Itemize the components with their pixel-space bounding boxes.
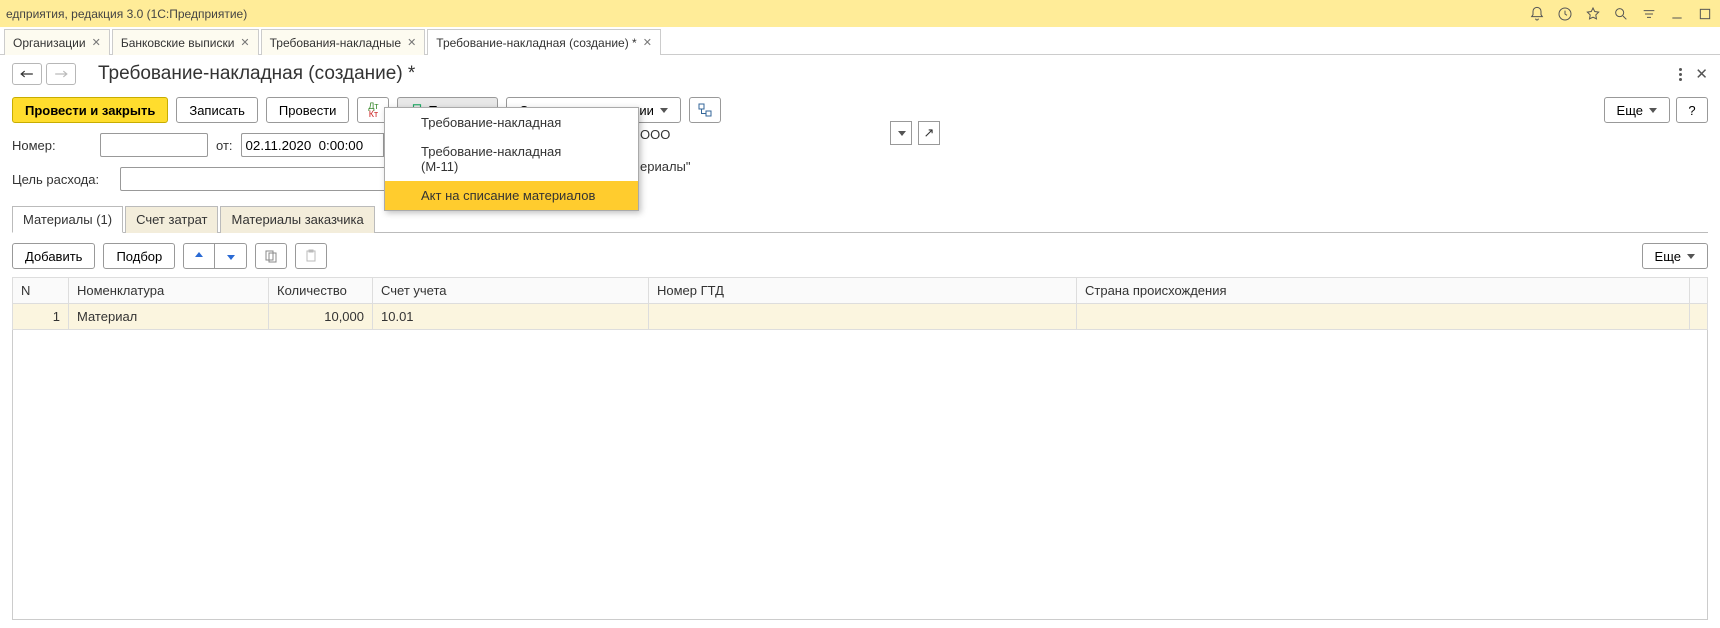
cell-origin[interactable]: [1077, 304, 1690, 330]
subtab-materials[interactable]: Материалы (1): [12, 206, 123, 233]
cell-n[interactable]: 1: [13, 304, 69, 330]
col-scroll: [1690, 278, 1708, 304]
structure-icon: [697, 102, 713, 118]
arrow-down-icon: [225, 250, 237, 262]
tab-bank-statements[interactable]: Банковские выписки ✕: [112, 29, 259, 55]
add-row-button[interactable]: Добавить: [12, 243, 95, 269]
number-label: Номер:: [12, 138, 92, 153]
close-icon[interactable]: ✕: [240, 36, 249, 49]
table-more-button[interactable]: Еще: [1642, 243, 1708, 269]
tab-label: Банковские выписки: [121, 36, 235, 50]
more-label: Еще: [1655, 249, 1681, 264]
copy-icon: [264, 249, 278, 263]
purpose-label: Цель расхода:: [12, 172, 112, 187]
date-input[interactable]: [241, 133, 383, 157]
search-icon[interactable]: [1612, 5, 1630, 23]
maximize-icon[interactable]: [1696, 5, 1714, 23]
chevron-down-icon: [660, 108, 668, 113]
save-button[interactable]: Записать: [176, 97, 258, 123]
print-dropdown-menu: Требование-накладная Требование-накладна…: [384, 107, 639, 211]
tab-requirement-create[interactable]: Требование-накладная (создание) * ✕: [427, 29, 661, 55]
chevron-down-icon: [1649, 108, 1657, 113]
main-toolbar: Провести и закрыть Записать Провести ДтК…: [12, 97, 1708, 123]
form-row-purpose: Цель расхода: ериалы": [12, 167, 1708, 191]
col-quantity[interactable]: Количество: [269, 278, 373, 304]
move-down-button[interactable]: [215, 243, 247, 269]
warehouse-value-partial: ериалы": [640, 159, 691, 174]
cell-nomenclature[interactable]: Материал: [69, 304, 269, 330]
close-icon[interactable]: ✕: [92, 36, 101, 49]
col-origin[interactable]: Страна происхождения: [1077, 278, 1690, 304]
structure-button[interactable]: [689, 97, 721, 123]
nav-forward-button[interactable]: [46, 63, 76, 85]
col-nomenclature[interactable]: Номенклатура: [69, 278, 269, 304]
close-icon[interactable]: ✕: [407, 36, 416, 49]
titlebar-actions: [1528, 5, 1714, 23]
col-n[interactable]: N: [13, 278, 69, 304]
arrow-up-icon: [193, 250, 205, 262]
subtab-cost-account[interactable]: Счет затрат: [125, 206, 218, 233]
bell-icon[interactable]: [1528, 5, 1546, 23]
chevron-down-icon: [898, 131, 906, 136]
star-icon[interactable]: [1584, 5, 1602, 23]
table-header-row: N Номенклатура Количество Счет учета Ном…: [13, 278, 1708, 304]
paste-button[interactable]: [295, 243, 327, 269]
col-gtd[interactable]: Номер ГТД: [649, 278, 1077, 304]
table-empty-area[interactable]: [13, 330, 1708, 620]
tab-organizations[interactable]: Организации ✕: [4, 29, 110, 55]
cell-account[interactable]: 10.01: [373, 304, 649, 330]
history-icon[interactable]: [1556, 5, 1574, 23]
more-label: Еще: [1617, 103, 1643, 118]
app-title: едприятия, редакция 3.0 (1С:Предприятие): [6, 7, 247, 21]
close-page-button[interactable]: ✕: [1695, 65, 1708, 83]
number-input[interactable]: [100, 133, 208, 157]
col-account[interactable]: Счет учета: [373, 278, 649, 304]
minimize-icon[interactable]: [1668, 5, 1686, 23]
print-menu-item-act[interactable]: Акт на списание материалов: [385, 181, 638, 210]
subtabs: Материалы (1) Счет затрат Материалы зака…: [12, 205, 1708, 233]
page-header: Требование-накладная (создание) * ✕: [12, 63, 1708, 85]
org-open-button[interactable]: ↗: [918, 121, 940, 145]
filter-icon[interactable]: [1640, 5, 1658, 23]
tab-label: Требование-накладная (создание) *: [436, 36, 636, 50]
print-menu-item-m11[interactable]: Требование-накладная (М-11): [385, 137, 638, 181]
chevron-down-icon: [1687, 254, 1695, 259]
tab-label: Организации: [13, 36, 86, 50]
cell-quantity[interactable]: 10,000: [269, 304, 373, 330]
cell-scroll: [1690, 304, 1708, 330]
nav-back-button[interactable]: [12, 63, 42, 85]
org-value-partial: ООО: [640, 127, 670, 142]
more-menu-icon[interactable]: [1673, 65, 1687, 83]
document-tabs: Организации ✕ Банковские выписки ✕ Требова…: [0, 27, 1720, 55]
materials-table: N Номенклатура Количество Счет учета Ном…: [12, 277, 1708, 620]
post-and-close-button[interactable]: Провести и закрыть: [12, 97, 168, 123]
from-label: от:: [216, 138, 233, 153]
tab-label: Требования-накладные: [270, 36, 401, 50]
move-up-button[interactable]: [183, 243, 215, 269]
toolbar-more-button[interactable]: Еще: [1604, 97, 1670, 123]
table-toolbar: Добавить Подбор Еще: [12, 243, 1708, 269]
post-button[interactable]: Провести: [266, 97, 350, 123]
paste-icon: [304, 249, 318, 263]
help-button[interactable]: ?: [1676, 97, 1708, 123]
subtab-customer-materials[interactable]: Материалы заказчика: [220, 206, 374, 233]
purpose-input[interactable]: [120, 167, 400, 191]
page-content: Требование-накладная (создание) * ✕ Пров…: [0, 55, 1720, 628]
table-row[interactable]: 1 Материал 10,000 10.01: [13, 304, 1708, 330]
tab-requirements-list[interactable]: Требования-накладные ✕: [261, 29, 426, 55]
titlebar: едприятия, редакция 3.0 (1С:Предприятие): [0, 0, 1720, 27]
cell-gtd[interactable]: [649, 304, 1077, 330]
close-icon[interactable]: ✕: [643, 36, 652, 49]
pick-button[interactable]: Подбор: [103, 243, 175, 269]
copy-button[interactable]: [255, 243, 287, 269]
org-dropdown-button[interactable]: [890, 121, 912, 145]
page-title: Требование-накладная (создание) *: [98, 63, 415, 85]
print-menu-item-requirement[interactable]: Требование-накладная: [385, 108, 638, 137]
form-row-number: Номер: от: ООО ↗: [12, 133, 1708, 157]
